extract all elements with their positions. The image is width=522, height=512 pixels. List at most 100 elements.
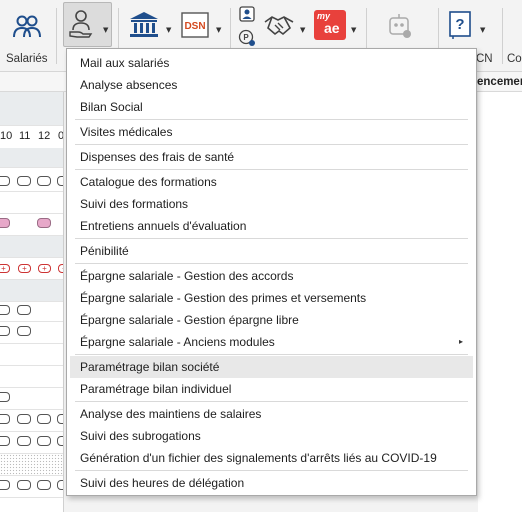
chevron-down-icon[interactable]: ▼ (300, 26, 305, 34)
submenu-arrow-icon: ▸ (458, 337, 463, 346)
menu-item-label: Épargne salariale - Anciens modules (80, 335, 275, 349)
day-cell[interactable] (0, 392, 10, 402)
day-cell-absence[interactable] (37, 218, 51, 228)
myae-logo-icon: my ae (314, 10, 346, 40)
add-cell-icon[interactable]: + (0, 264, 10, 273)
dsn-button[interactable]: DSN (180, 10, 210, 40)
day-cell[interactable] (0, 436, 10, 446)
menu-separator (75, 119, 468, 120)
day-cell[interactable] (57, 414, 63, 424)
grid-row (0, 148, 63, 168)
menu-item-suivi-formations[interactable]: Suivi des formations (70, 193, 473, 215)
robot-button[interactable] (383, 10, 415, 42)
menu-item-visites-medicales[interactable]: Visites médicales (70, 121, 473, 143)
day-cell[interactable] (0, 414, 10, 424)
menu-item-heures-delegation[interactable]: Suivi des heures de délégation (70, 472, 473, 494)
svg-text:?: ? (455, 16, 464, 33)
chevron-down-icon[interactable]: ▼ (351, 26, 356, 34)
menu-item-dispenses-frais-sante[interactable]: Dispenses des frais de santé (70, 146, 473, 168)
grid-row: + + + + (0, 258, 63, 280)
handshake-icon (264, 16, 294, 36)
menu-item-analyse-absences[interactable]: Analyse absences (70, 74, 473, 96)
day-cell[interactable] (17, 176, 31, 186)
grid-col-head: 11 (19, 130, 31, 142)
ribbon-separator (56, 8, 57, 64)
menu-separator (75, 401, 468, 402)
rh-tools-icon-wrap (66, 6, 96, 42)
grid-col-head: 12 (38, 130, 51, 142)
menu-item-bilan-social[interactable]: Bilan Social (70, 96, 473, 118)
day-cell[interactable] (17, 480, 31, 490)
day-cell[interactable] (37, 414, 51, 424)
day-cell[interactable] (37, 176, 51, 186)
menu-item-epargne-libre[interactable]: Épargne salariale - Gestion épargne libr… (70, 309, 473, 331)
id-card-icon (239, 6, 255, 22)
p-gear-icon: P (238, 29, 255, 46)
bank-button[interactable] (126, 8, 162, 42)
day-cell-absence[interactable] (0, 218, 10, 228)
day-cell[interactable] (0, 176, 10, 186)
menu-item-mail-salaries[interactable]: Mail aux salariés (70, 52, 473, 74)
menu-separator (75, 354, 468, 355)
ribbon-label-cn: CN (476, 53, 493, 65)
svg-text:P: P (243, 33, 249, 42)
menu-item-suivi-subrogations[interactable]: Suivi des subrogations (70, 425, 473, 447)
grid-row (0, 170, 63, 192)
add-cell-icon[interactable]: + (38, 264, 51, 273)
add-cell-icon[interactable]: + (58, 264, 63, 273)
myae-ae-text: ae (324, 20, 340, 36)
chevron-down-icon[interactable]: ▼ (216, 26, 221, 34)
menu-separator (75, 144, 468, 145)
planning-grid: 10 11 12 0 + + + + (0, 92, 64, 512)
grid-row (0, 214, 63, 236)
handshake-button[interactable] (262, 8, 296, 42)
myae-button[interactable]: my ae (313, 9, 347, 41)
day-cell[interactable] (57, 480, 63, 490)
settings-p-button[interactable]: P (237, 28, 257, 48)
menu-item-epargne-primes[interactable]: Épargne salariale - Gestion des primes e… (70, 287, 473, 309)
add-cell-icon[interactable]: + (18, 264, 31, 273)
day-cell[interactable] (37, 436, 51, 446)
grid-col-head: 10 (0, 130, 13, 142)
day-cell[interactable] (17, 305, 31, 315)
day-cell[interactable] (17, 436, 31, 446)
day-cell[interactable] (0, 326, 10, 336)
grid-col-head: 0 (58, 130, 64, 142)
rh-tools-dropdown-menu: Mail aux salariés Analyse absences Bilan… (66, 48, 477, 496)
content-area-right (478, 92, 522, 512)
menu-separator (75, 169, 468, 170)
grid-row (0, 344, 63, 366)
menu-item-parametrage-bilan-individuel[interactable]: Paramétrage bilan individuel (70, 378, 473, 400)
day-cell[interactable] (0, 480, 10, 490)
day-cell[interactable] (17, 414, 31, 424)
chevron-down-icon[interactable]: ▼ (103, 26, 108, 34)
grid-row (0, 192, 63, 214)
menu-separator (75, 263, 468, 264)
day-cell[interactable] (57, 176, 63, 186)
menu-item-penibilite[interactable]: Pénibilité (70, 240, 473, 262)
day-cell[interactable] (57, 436, 63, 446)
person-hand-icon (69, 10, 93, 38)
day-cell[interactable] (37, 480, 51, 490)
day-cell[interactable] (0, 305, 10, 315)
bank-icon (130, 12, 158, 37)
menu-item-catalogue-formations[interactable]: Catalogue des formations (70, 171, 473, 193)
grid-row (0, 388, 63, 410)
menu-item-epargne-accords[interactable]: Épargne salariale - Gestion des accords (70, 265, 473, 287)
chevron-down-icon[interactable]: ▼ (166, 26, 171, 34)
help-button[interactable]: ? (446, 8, 474, 42)
menu-item-signalements-covid[interactable]: Génération d'un fichier des signalements… (70, 447, 473, 469)
grid-row (0, 366, 63, 388)
salaries-button[interactable] (4, 4, 50, 48)
menu-item-parametrage-bilan-societe[interactable]: Paramétrage bilan société (70, 356, 473, 378)
dsn-icon: DSN (181, 12, 209, 38)
menu-separator (75, 238, 468, 239)
content-title: encement (477, 76, 522, 88)
day-cell[interactable] (17, 326, 31, 336)
menu-item-epargne-anciens-modules[interactable]: Épargne salariale - Anciens modules ▸ (70, 331, 473, 353)
menu-item-maintiens-salaires[interactable]: Analyse des maintiens de salaires (70, 403, 473, 425)
grid-row (0, 280, 63, 302)
chevron-down-icon[interactable]: ▼ (480, 26, 485, 34)
id-card-button[interactable] (237, 4, 257, 24)
menu-item-entretiens-annuels[interactable]: Entretiens annuels d'évaluation (70, 215, 473, 237)
